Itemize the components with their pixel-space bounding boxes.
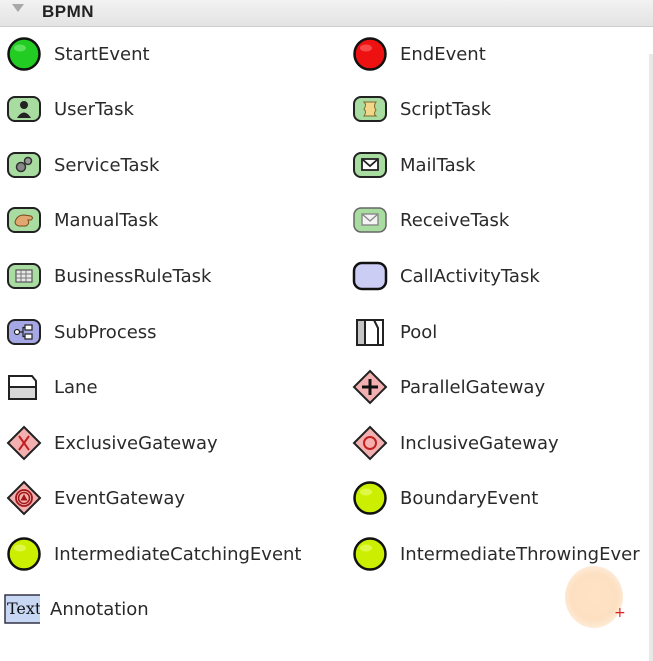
palette-item-exclusive-gateway[interactable]: ExclusiveGateway [0,421,218,465]
palette-item-parallel-gateway[interactable]: ParallelGateway [346,365,545,409]
palette-item-lane[interactable]: Lane [0,365,98,409]
palette-item-mail-task[interactable]: MailTask [346,143,475,187]
intermediate-throwing-event-icon [352,536,388,572]
palette-item-intermediate-catching-event[interactable]: IntermediateCatchingEvent [0,532,302,576]
end-event-icon [352,36,388,72]
palette-item-label: ReceiveTask [400,209,510,231]
inclusive-gateway-icon [352,425,388,461]
palette-item-label: CallActivityTask [400,265,540,287]
palette-scroll-edge [649,54,653,661]
palette-item-event-gateway[interactable]: EventGateway [0,476,185,520]
palette-item-receive-task[interactable]: ReceiveTask [346,198,509,242]
palette-item-label: SubProcess [54,321,157,343]
sub-process-icon [6,314,42,350]
palette-item-service-task[interactable]: ServiceTask [0,143,159,187]
parallel-gateway-icon [352,369,388,405]
boundary-event-icon [352,480,388,516]
business-rule-task-icon [6,258,42,294]
palette-item-manual-task[interactable]: ManualTask [0,198,158,242]
receive-task-icon [352,202,388,238]
user-task-icon [6,91,42,127]
palette-item-inclusive-gateway[interactable]: InclusiveGateway [346,421,559,465]
palette-item-label: ParallelGateway [400,376,546,398]
palette-item-pool[interactable]: Pool [346,310,437,354]
collapse-triangle-icon[interactable] [12,4,24,12]
service-task-icon [6,147,42,183]
palette-item-label: StartEvent [54,43,150,65]
palette-item-boundary-event[interactable]: BoundaryEvent [346,476,538,520]
manual-task-icon [6,202,42,238]
crosshair-cursor-icon: + [614,605,626,621]
palette-item-label: Pool [400,321,438,343]
palette-item-label: BoundaryEvent [400,487,539,509]
palette-item-call-activity-task[interactable]: CallActivityTask [346,254,540,298]
call-activity-task-icon [352,258,388,294]
script-task-icon [352,91,388,127]
palette-item-sub-process[interactable]: SubProcess [0,310,157,354]
intermediate-catching-event-icon [6,536,42,572]
bpmn-palette: StartEvent EndEvent UserTask ScriptTask … [0,27,653,661]
palette-item-end-event[interactable]: EndEvent [346,32,486,76]
palette-item-label: Annotation [50,598,149,620]
start-event-icon [6,36,42,72]
palette-item-label: Lane [54,376,98,398]
palette-item-label: ExclusiveGateway [54,432,218,454]
palette-item-label: ScriptTask [400,98,492,120]
lane-icon [6,369,42,405]
pool-icon [352,314,388,350]
palette-item-label: ServiceTask [54,154,160,176]
palette-item-label: InclusiveGateway [400,432,559,454]
annotation-icon-text: Text [7,599,40,618]
mail-task-icon [352,147,388,183]
event-gateway-icon [6,480,42,516]
palette-header[interactable]: BPMN [0,0,653,27]
palette-item-label: MailTask [400,154,476,176]
palette-item-script-task[interactable]: ScriptTask [346,87,491,131]
annotation-icon: Text [4,591,40,627]
palette-item-label: IntermediateThrowingEver [400,543,640,565]
palette-item-label: BusinessRuleTask [54,265,212,287]
palette-item-label: EndEvent [400,43,486,65]
palette-item-start-event[interactable]: StartEvent [0,32,150,76]
palette-item-business-rule-task[interactable]: BusinessRuleTask [0,254,211,298]
palette-item-annotation[interactable]: Text Annotation [0,587,149,631]
exclusive-gateway-icon [6,425,42,461]
palette-item-label: UserTask [54,98,134,120]
palette-item-label: IntermediateCatchingEvent [54,543,302,565]
palette-item-user-task[interactable]: UserTask [0,87,134,131]
palette-item-label: EventGateway [54,487,186,509]
palette-title: BPMN [42,2,95,21]
palette-item-label: ManualTask [54,209,159,231]
